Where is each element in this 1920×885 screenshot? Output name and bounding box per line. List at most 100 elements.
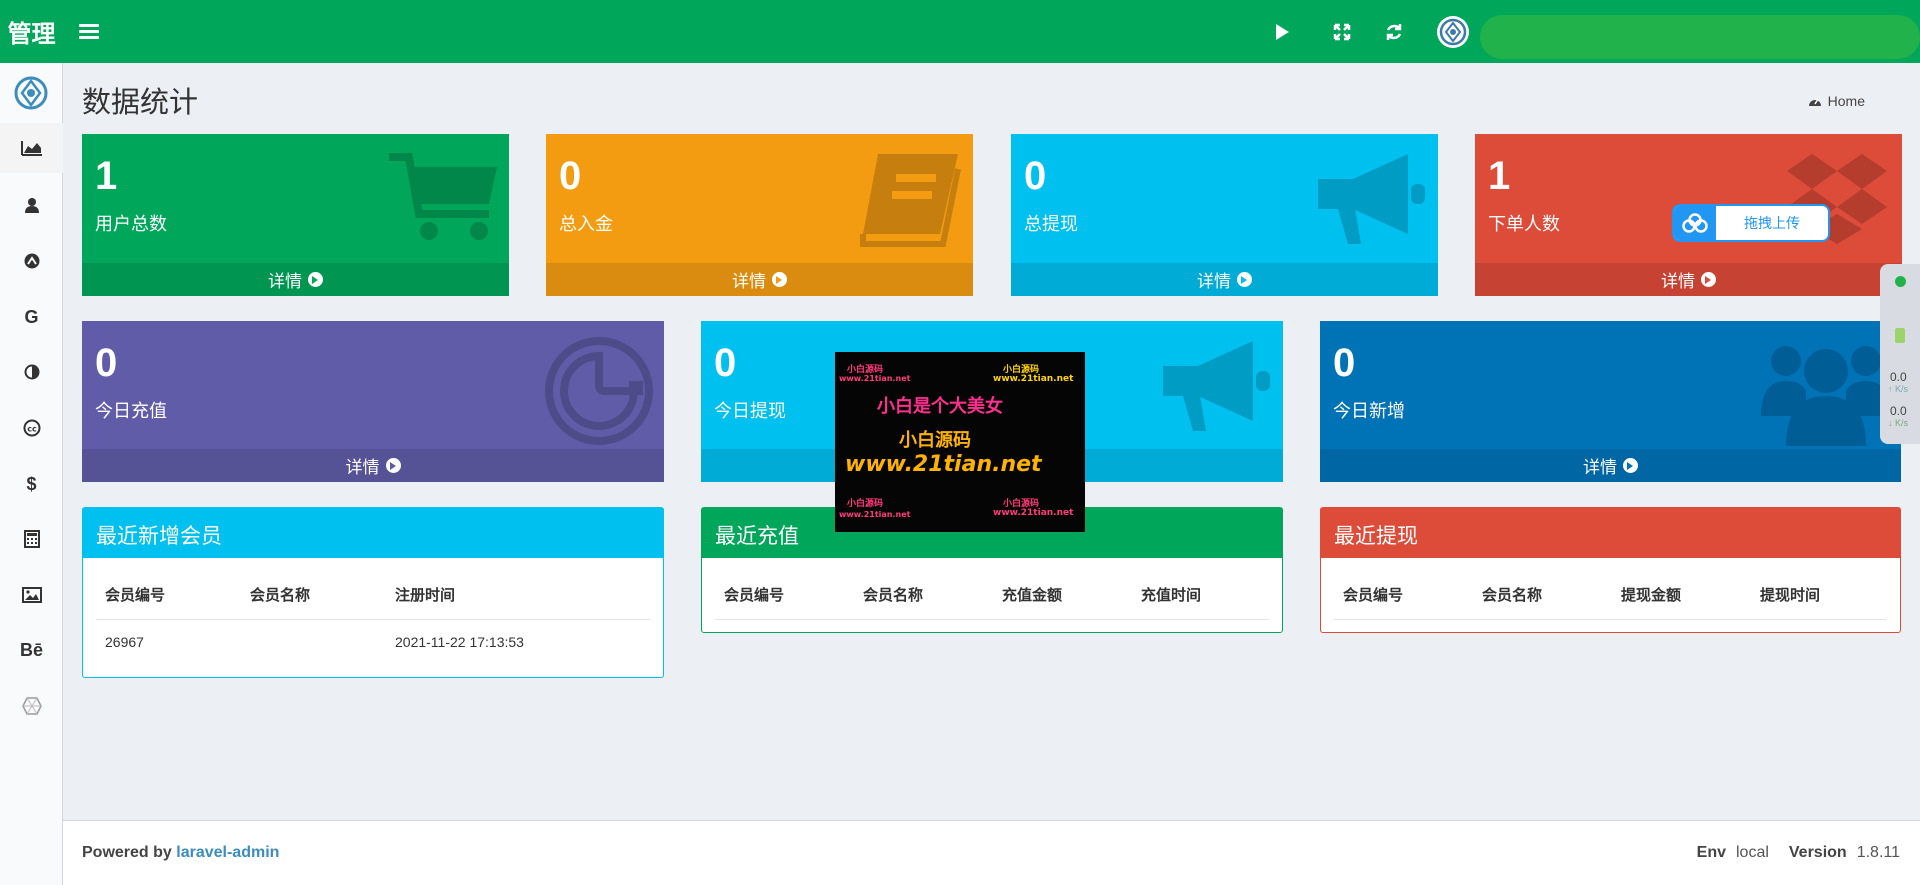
app-logo[interactable]: 管理 [0, 0, 63, 63]
sidebar-toggle-icon[interactable] [79, 20, 99, 42]
more-label: 详情 [345, 458, 380, 478]
withdraw-table: 会员编号 会员名称 提现金额 提现时间 [1334, 570, 1887, 620]
stat-value: 0 [559, 154, 582, 198]
sidebar-item-adjust[interactable] [0, 347, 63, 397]
stat-more-link[interactable]: 详情 [82, 449, 664, 482]
stat-more-link[interactable]: 详情 [1011, 263, 1438, 296]
panel-recent-members: 最近新增会员 会员编号 会员名称 注册时间 26967 2021-11-22 1… [82, 507, 664, 678]
column-header: 提现金额 [1612, 570, 1751, 620]
stat-label: 下单人数 [1488, 214, 1560, 235]
arrow-circle-right-icon [308, 272, 323, 287]
pacman-icon [545, 337, 653, 445]
version-label: Version [1788, 844, 1847, 861]
adjust-icon [24, 364, 39, 380]
hexagon-icon [21, 697, 42, 715]
stat-label: 今日新增 [1333, 401, 1405, 422]
sidebar-item-cc[interactable]: cc [0, 403, 63, 453]
bullhorn-icon [1318, 154, 1425, 244]
page-footer: Powered by laravel-admin Env local Version… [63, 820, 1920, 885]
upload-label: 拖拽上传 [1744, 216, 1800, 232]
panel-title: 最近提现 [1321, 508, 1900, 558]
more-label: 详情 [1197, 272, 1231, 292]
stat-value: 1 [95, 154, 118, 198]
expand-icon[interactable] [1328, 18, 1356, 46]
stat-label: 用户总数 [95, 214, 167, 235]
watermark-overlay: 小白源码 www.21tian.net 小白源码 www.21tian.net … [835, 352, 1085, 532]
breadcrumb[interactable]: Home [1808, 93, 1865, 109]
more-label: 详情 [732, 272, 766, 292]
recharge-table: 会员编号 会员名称 充值金额 充值时间 [715, 570, 1269, 620]
column-header: 会员名称 [241, 570, 386, 620]
arrow-circle-right-icon [1623, 458, 1638, 473]
watermark-brand: 小白源码 [847, 499, 884, 509]
calculator-icon [23, 530, 40, 548]
arrow-circle-right-icon [772, 272, 787, 287]
sidebar-item-statistics[interactable] [0, 123, 63, 173]
column-header: 会员编号 [715, 570, 854, 620]
area-chart-icon [20, 141, 42, 156]
stat-more-link[interactable]: 详情 [546, 263, 973, 296]
arrow-circle-right-icon [1237, 272, 1252, 287]
stat-box-total-withdraw: 0 总提现 详情 [1011, 134, 1438, 296]
breadcrumb-home[interactable]: Home [1828, 93, 1865, 109]
avatar[interactable] [1437, 16, 1469, 48]
cloud-upload-icon [1674, 206, 1716, 240]
play-icon[interactable] [1268, 18, 1296, 46]
google-icon[interactable]: G [0, 292, 63, 342]
panel-recent-withdraw: 最近提现 会员编号 会员名称 提现金额 提现时间 [1320, 507, 1901, 633]
book-icon [860, 154, 961, 247]
stat-more-link[interactable]: 详情 [1475, 263, 1902, 296]
column-header: 充值时间 [1132, 570, 1269, 620]
download-speed: 0.0 [1890, 404, 1907, 418]
status-dot-icon [1895, 276, 1906, 287]
upload-speed: 0.0 [1890, 370, 1907, 384]
dollar-icon[interactable]: $ [0, 459, 63, 509]
column-header: 会员编号 [96, 570, 241, 620]
stat-more-link[interactable]: 详情 [82, 263, 509, 296]
laravel-admin-link[interactable]: laravel-admin [176, 844, 279, 861]
stat-label: 总提现 [1024, 214, 1078, 235]
more-label: 详情 [268, 272, 302, 292]
version-value: 1.8.11 [1856, 844, 1900, 861]
stat-box-total-users: 1 用户总数 详情 [82, 134, 509, 296]
stat-label: 今日提现 [714, 401, 786, 422]
stat-box-today-new: 0 今日新增 详情 [1320, 321, 1901, 482]
watermark-brand-large: 小白源码 [899, 430, 971, 451]
image-icon [21, 587, 42, 603]
sidebar-item-arrow[interactable] [0, 236, 63, 286]
user-icon [24, 198, 39, 213]
members-table: 会员编号 会员名称 注册时间 26967 2021-11-22 17:13:53 [96, 570, 650, 664]
shopping-cart-icon [389, 153, 497, 240]
sidebar-item-users[interactable] [0, 180, 63, 230]
sidebar-item-hexagon[interactable] [0, 681, 63, 731]
user-menu[interactable] [1480, 15, 1920, 59]
upload-unit: ↑ K/s [1888, 384, 1909, 394]
sidebar-item-image[interactable] [0, 570, 63, 620]
column-header: 充值金额 [993, 570, 1132, 620]
top-navbar: 管理 [0, 0, 1920, 63]
more-label: 详情 [1583, 458, 1617, 478]
stat-value: 0 [95, 341, 118, 385]
behance-icon[interactable]: Bē [0, 625, 63, 675]
env-label: Env [1696, 844, 1726, 861]
watermark-url: www.21tian.net [993, 374, 1074, 384]
stat-more-link[interactable]: 详情 [1320, 449, 1901, 482]
users-icon [1761, 346, 1891, 446]
watermark-url: www.21tian.net [839, 374, 911, 383]
column-header: 提现时间 [1751, 570, 1887, 620]
watermark-main-text: 小白是个大美女 [877, 396, 1003, 417]
stat-value: 1 [1488, 154, 1511, 198]
member-name [241, 620, 386, 665]
drag-upload-button[interactable]: 拖拽上传 [1672, 204, 1830, 242]
sidebar-item-calculator[interactable] [0, 514, 63, 564]
watermark-url: www.21tian.net [839, 510, 911, 519]
page-title: 数据统计 [82, 85, 199, 119]
panel-title: 最近新增会员 [83, 508, 663, 558]
env-value: local [1735, 844, 1769, 861]
watermark-url: www.21tian.net [993, 508, 1074, 518]
refresh-icon[interactable] [1380, 18, 1408, 46]
arrow-circle-icon [24, 253, 39, 269]
dashboard-icon [1808, 98, 1821, 106]
stat-label: 今日充值 [95, 401, 167, 422]
net-speed-widget[interactable]: 0.0 ↑ K/s 0.0 ↓ K/s [1880, 264, 1920, 444]
